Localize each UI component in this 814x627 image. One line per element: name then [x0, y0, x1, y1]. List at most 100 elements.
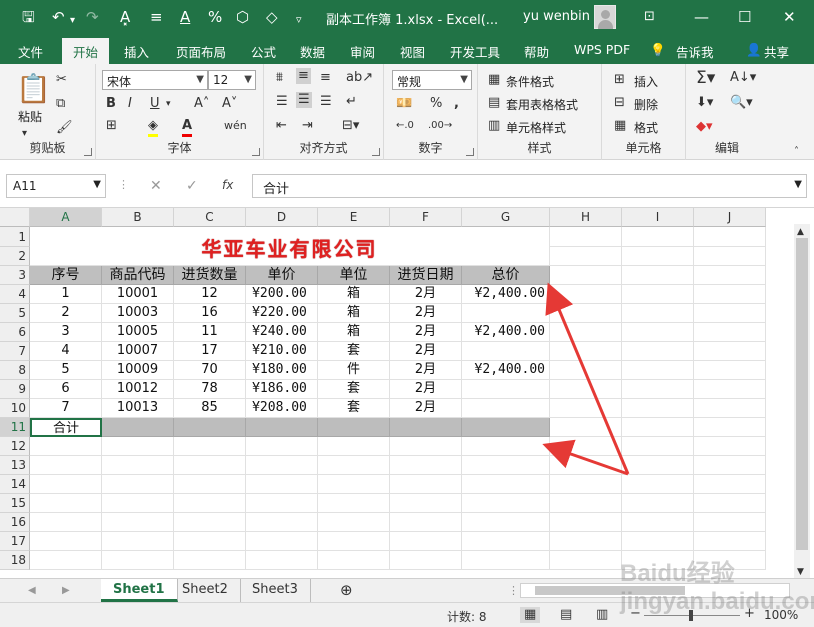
accounting-icon[interactable]: 💴 [396, 96, 412, 112]
next-sheet-icon[interactable]: ▶ [62, 583, 70, 599]
number-launcher-icon[interactable] [466, 148, 474, 156]
alignment-launcher-icon[interactable] [372, 148, 380, 156]
header-cell[interactable]: 单位 [318, 266, 390, 285]
number-format-select[interactable]: 常规 ▼ [392, 70, 472, 90]
column-header-a[interactable]: A [30, 208, 102, 227]
cell[interactable] [694, 342, 766, 361]
cell-styles-button[interactable]: 单元格样式 [506, 119, 566, 136]
cell[interactable] [318, 437, 390, 456]
row-header-11[interactable]: 11 [0, 418, 30, 437]
cell[interactable] [246, 494, 318, 513]
percent-icon[interactable]: % [208, 8, 222, 26]
sheet-tab-2[interactable]: Sheet2 [170, 579, 241, 602]
find-select-icon[interactable]: 🔍▾ [730, 95, 753, 111]
align-right-icon[interactable]: ☰ [320, 94, 332, 110]
decrease-indent-icon[interactable]: ⇤ [276, 118, 287, 134]
data-cell[interactable]: 件 [318, 361, 390, 380]
cell[interactable] [462, 475, 550, 494]
cell[interactable] [622, 247, 694, 266]
maximize-icon[interactable]: ☐ [738, 8, 751, 26]
data-cell[interactable] [462, 399, 550, 418]
cell[interactable] [622, 266, 694, 285]
decrease-decimal-icon[interactable]: .00→ [428, 118, 452, 134]
column-header-i[interactable]: I [622, 208, 694, 227]
font-name-select[interactable]: 宋体 ▼ [102, 70, 208, 90]
cell[interactable] [246, 437, 318, 456]
cell[interactable] [694, 456, 766, 475]
cell[interactable] [246, 513, 318, 532]
redo-icon[interactable]: ↷ [86, 8, 99, 26]
tab-insert[interactable]: 插入 [124, 42, 149, 61]
cell[interactable] [550, 513, 622, 532]
tab-wps-pdf[interactable]: WPS PDF [574, 42, 630, 57]
cell[interactable] [102, 551, 174, 570]
cell[interactable] [462, 532, 550, 551]
header-cell[interactable]: 进货日期 [390, 266, 462, 285]
data-cell[interactable]: 10003 [102, 304, 174, 323]
worksheet[interactable]: A B C D E F G H I J 1 2 3 4 5 6 7 8 9 10 11 12 13 14 15 16 17 18 华亚车… [0, 208, 814, 578]
cell[interactable] [622, 532, 694, 551]
tab-formulas[interactable]: 公式 [251, 42, 276, 61]
cell[interactable] [30, 551, 102, 570]
cell[interactable] [550, 494, 622, 513]
cell[interactable] [102, 494, 174, 513]
collapse-ribbon-icon[interactable]: ˄ [794, 144, 799, 160]
cell[interactable] [694, 361, 766, 380]
cell[interactable] [622, 399, 694, 418]
tab-home[interactable]: 开始 [62, 38, 110, 64]
sheet-title[interactable]: 华亚车业有限公司 [30, 227, 550, 266]
cell[interactable] [622, 513, 694, 532]
data-cell[interactable]: 套 [318, 399, 390, 418]
row-header-7[interactable]: 7 [0, 342, 30, 361]
data-cell[interactable]: 2月 [390, 342, 462, 361]
phonetic-icon[interactable]: wén [224, 118, 247, 134]
cell[interactable] [30, 532, 102, 551]
delete-cells-button[interactable]: 删除 [634, 96, 658, 113]
data-cell[interactable]: 10012 [102, 380, 174, 399]
column-header-b[interactable]: B [102, 208, 174, 227]
cell[interactable] [318, 494, 390, 513]
cell[interactable] [246, 551, 318, 570]
data-cell[interactable]: 16 [174, 304, 246, 323]
cell[interactable] [390, 494, 462, 513]
data-cell[interactable]: 2月 [390, 285, 462, 304]
row-header-8[interactable]: 8 [0, 361, 30, 380]
total-cell[interactable] [462, 418, 550, 437]
cell[interactable] [694, 437, 766, 456]
cell[interactable] [550, 342, 622, 361]
cell[interactable] [622, 227, 694, 247]
data-cell[interactable]: ¥186.00 [246, 380, 318, 399]
data-cell[interactable]: 10007 [102, 342, 174, 361]
cell[interactable] [462, 513, 550, 532]
data-cell[interactable]: 套 [318, 342, 390, 361]
increase-indent-icon[interactable]: ⇥ [302, 118, 313, 134]
cell[interactable] [694, 304, 766, 323]
cell[interactable] [622, 304, 694, 323]
data-cell[interactable]: 4 [30, 342, 102, 361]
cell[interactable] [390, 551, 462, 570]
align-bottom-icon[interactable]: ≡ [320, 70, 331, 86]
spellcheck-icon[interactable]: A͓ [120, 8, 130, 26]
cell[interactable] [550, 227, 622, 247]
row-header-12[interactable]: 12 [0, 437, 30, 456]
active-cell[interactable]: 合计 [30, 418, 102, 437]
data-cell[interactable]: 5 [30, 361, 102, 380]
cell[interactable] [30, 513, 102, 532]
undo-icon[interactable]: ↶ [52, 8, 65, 26]
cell[interactable] [174, 456, 246, 475]
data-cell[interactable]: ¥2,400.00 [462, 361, 550, 380]
cell[interactable] [550, 285, 622, 304]
cell[interactable] [550, 247, 622, 266]
row-header-3[interactable]: 3 [0, 266, 30, 285]
tab-review[interactable]: 审阅 [350, 42, 375, 61]
italic-icon[interactable]: I [128, 96, 132, 112]
shrink-font-icon[interactable]: A˅ [222, 96, 237, 112]
data-cell[interactable]: 2月 [390, 323, 462, 342]
cell[interactable] [622, 380, 694, 399]
font-launcher-icon[interactable] [252, 148, 260, 156]
cell[interactable] [390, 513, 462, 532]
cell[interactable] [622, 456, 694, 475]
insert-cells-button[interactable]: 插入 [634, 73, 658, 90]
total-cell[interactable] [174, 418, 246, 437]
data-cell[interactable]: 10005 [102, 323, 174, 342]
